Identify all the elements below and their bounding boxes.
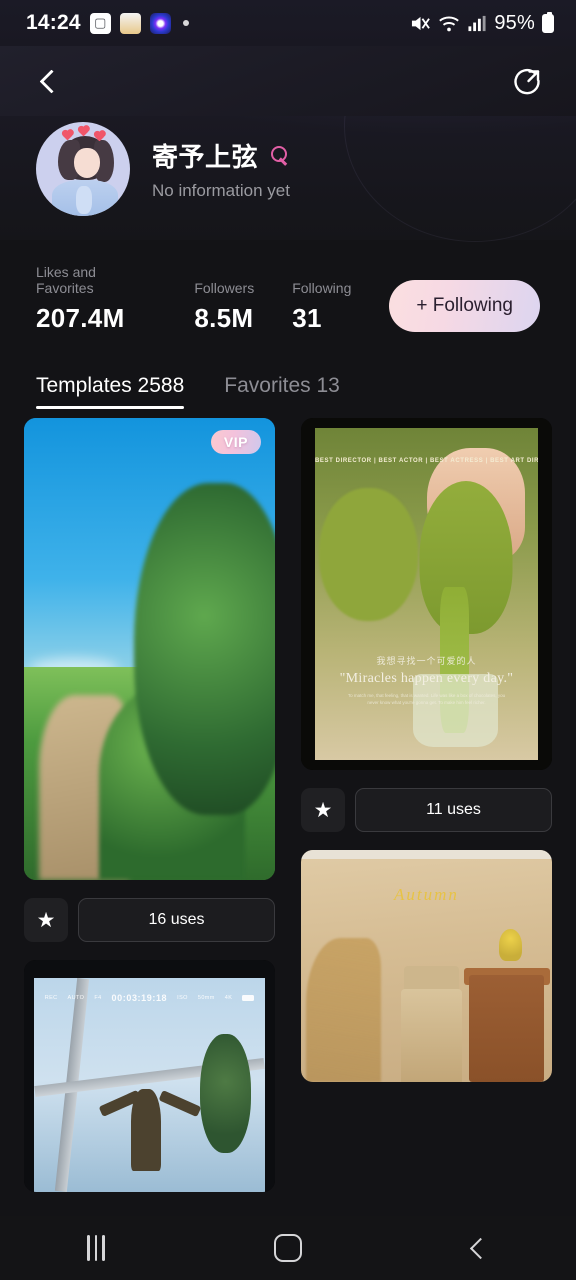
cellular-signal-icon xyxy=(468,15,486,31)
recents-button[interactable] xyxy=(75,1227,117,1269)
wifi-icon xyxy=(439,16,460,31)
follow-button[interactable]: + Following xyxy=(389,280,540,332)
hud-auto-label: AUTO xyxy=(67,994,85,1001)
viewfinder-frame: REC AUTO F4 00:03:19:18 ISO 50mm 4K xyxy=(34,978,265,1192)
status-bar-clock: 14:24 xyxy=(26,11,81,34)
awards-strip: BEST DIRECTOR | BEST ACTOR | BEST ACTRES… xyxy=(315,457,538,464)
matcha-caption-block: 我想寻找一个可爱的人 "Miracles happen every day." … xyxy=(315,654,538,707)
recents-icon xyxy=(87,1235,105,1261)
stat-value: 8.5M xyxy=(194,303,254,333)
avatar-face xyxy=(74,148,100,178)
template-thumbnail-autumn[interactable]: Autumn xyxy=(301,850,552,1082)
matcha-blob xyxy=(319,487,418,621)
home-button[interactable] xyxy=(267,1227,309,1269)
profile-info: 寄予上弦 No information yet xyxy=(152,137,290,201)
favorite-button[interactable]: ★ xyxy=(301,788,345,832)
figure-arm xyxy=(158,1089,201,1117)
share-button[interactable] xyxy=(506,60,548,102)
grid-column-left: VIP ★ 16 uses REC AUTO F4 00:03:19:18 IS… xyxy=(24,418,275,1218)
status-bar-left: 14:24 ▢ xyxy=(26,11,189,35)
templates-grid: VIP ★ 16 uses REC AUTO F4 00:03:19:18 IS… xyxy=(0,418,576,1218)
status-bar-right: 95% xyxy=(410,11,554,35)
template-actions-landscape: ★ 16 uses xyxy=(24,898,275,942)
page-topbar xyxy=(0,46,576,116)
grid-column-right: BEST DIRECTOR | BEST ACTOR | BEST ACTRES… xyxy=(301,418,552,1218)
hud-aperture-label: F4 xyxy=(94,994,102,1001)
flower-shape xyxy=(499,928,522,962)
table-shape xyxy=(469,975,545,1082)
autumn-top-strip xyxy=(301,850,552,860)
back-icon xyxy=(469,1237,491,1259)
template-thumbnail-matcha[interactable]: BEST DIRECTOR | BEST ACTOR | BEST ACTRES… xyxy=(301,418,552,770)
template-card-matcha[interactable]: BEST DIRECTOR | BEST ACTOR | BEST ACTRES… xyxy=(301,418,552,770)
hud-resolution-label: 4K xyxy=(224,994,233,1001)
vip-badge: VIP xyxy=(210,430,261,454)
avatar-hearts-decoration xyxy=(60,126,110,146)
caption-english: "Miracles happen every day." xyxy=(339,670,514,686)
uses-button[interactable]: 16 uses xyxy=(78,898,275,942)
template-thumbnail-landscape[interactable]: VIP xyxy=(24,418,275,880)
stat-label: Following xyxy=(292,280,352,296)
template-card-landscape[interactable]: VIP xyxy=(24,418,275,880)
tab-templates[interactable]: Templates 2588 xyxy=(36,374,185,409)
profile-name: 寄予上弦 xyxy=(152,142,259,172)
avatar-dress xyxy=(52,180,118,216)
hud-battery-icon xyxy=(242,994,255,1001)
template-card-autumn[interactable]: Autumn xyxy=(301,850,552,1082)
viewfinder-hud: REC AUTO F4 00:03:19:18 ISO 50mm 4K xyxy=(34,993,265,1003)
matcha-image-frame: BEST DIRECTOR | BEST ACTOR | BEST ACTRES… xyxy=(315,428,538,760)
favorite-button[interactable]: ★ xyxy=(24,898,68,942)
photos-icon: ▢ xyxy=(89,12,111,34)
autumn-script-text: Autumn xyxy=(394,884,459,904)
tree-shape xyxy=(200,1033,252,1154)
back-nav-button[interactable] xyxy=(459,1227,501,1269)
chair-shape xyxy=(401,989,462,1082)
caption-small-print: To match me, that feeling, that is wante… xyxy=(347,692,506,706)
uses-button[interactable]: 11 uses xyxy=(355,788,552,832)
stat-label: Likes and Favorites xyxy=(36,264,96,296)
stat-following[interactable]: Following 31 xyxy=(292,280,351,334)
star-icon: ★ xyxy=(36,908,56,932)
figure-shape xyxy=(131,1089,162,1171)
hud-iso-label: ISO xyxy=(177,994,188,1001)
profile-header-row: 寄予上弦 No information yet xyxy=(0,122,576,216)
hud-timecode: 00:03:19:18 xyxy=(111,992,168,1003)
share-icon xyxy=(514,68,540,95)
template-thumbnail-viewfinder[interactable]: REC AUTO F4 00:03:19:18 ISO 50mm 4K xyxy=(24,960,275,1192)
battery-icon xyxy=(542,11,554,33)
template-card-viewfinder[interactable]: REC AUTO F4 00:03:19:18 ISO 50mm 4K xyxy=(24,960,275,1192)
stat-value: 31 xyxy=(292,303,322,333)
avatar[interactable] xyxy=(36,122,130,216)
back-button[interactable] xyxy=(28,60,70,102)
sticker-app-icon xyxy=(119,12,141,34)
battery-percent-label: 95% xyxy=(494,11,535,34)
stat-likes-and-favorites[interactable]: Likes and Favorites 207.4M xyxy=(36,264,156,334)
profile-section: 寄予上弦 No information yet Likes and Favori… xyxy=(0,122,576,409)
profile-bio: No information yet xyxy=(152,181,290,200)
back-chevron-icon xyxy=(39,68,64,94)
profile-name-row: 寄予上弦 xyxy=(152,137,290,174)
tree-shape xyxy=(134,482,275,816)
mute-icon xyxy=(412,16,431,30)
status-bar: 14:24 ▢ 95% xyxy=(0,0,576,46)
template-actions-matcha: ★ 11 uses xyxy=(301,788,552,832)
hud-lens-label: 50mm xyxy=(197,994,215,1001)
hud-rec-label: REC xyxy=(44,994,58,1001)
profile-stats-row: Likes and Favorites 207.4M Followers 8.5… xyxy=(0,264,576,334)
stat-label: Followers xyxy=(194,280,255,296)
home-icon xyxy=(274,1234,302,1262)
dot-indicator xyxy=(182,20,189,26)
female-gender-icon xyxy=(268,146,288,165)
stat-value: 207.4M xyxy=(36,303,125,333)
camera-app-icon xyxy=(149,12,171,34)
star-icon: ★ xyxy=(313,798,333,822)
tab-favorites[interactable]: Favorites 13 xyxy=(224,374,340,409)
caption-chinese: 我想寻找一个可爱的人 xyxy=(376,655,477,666)
dried-grass-shape xyxy=(306,938,382,1082)
android-navigation-bar xyxy=(0,1216,576,1280)
profile-tabs: Templates 2588 Favorites 13 xyxy=(0,374,576,409)
stat-followers[interactable]: Followers 8.5M xyxy=(194,280,254,334)
